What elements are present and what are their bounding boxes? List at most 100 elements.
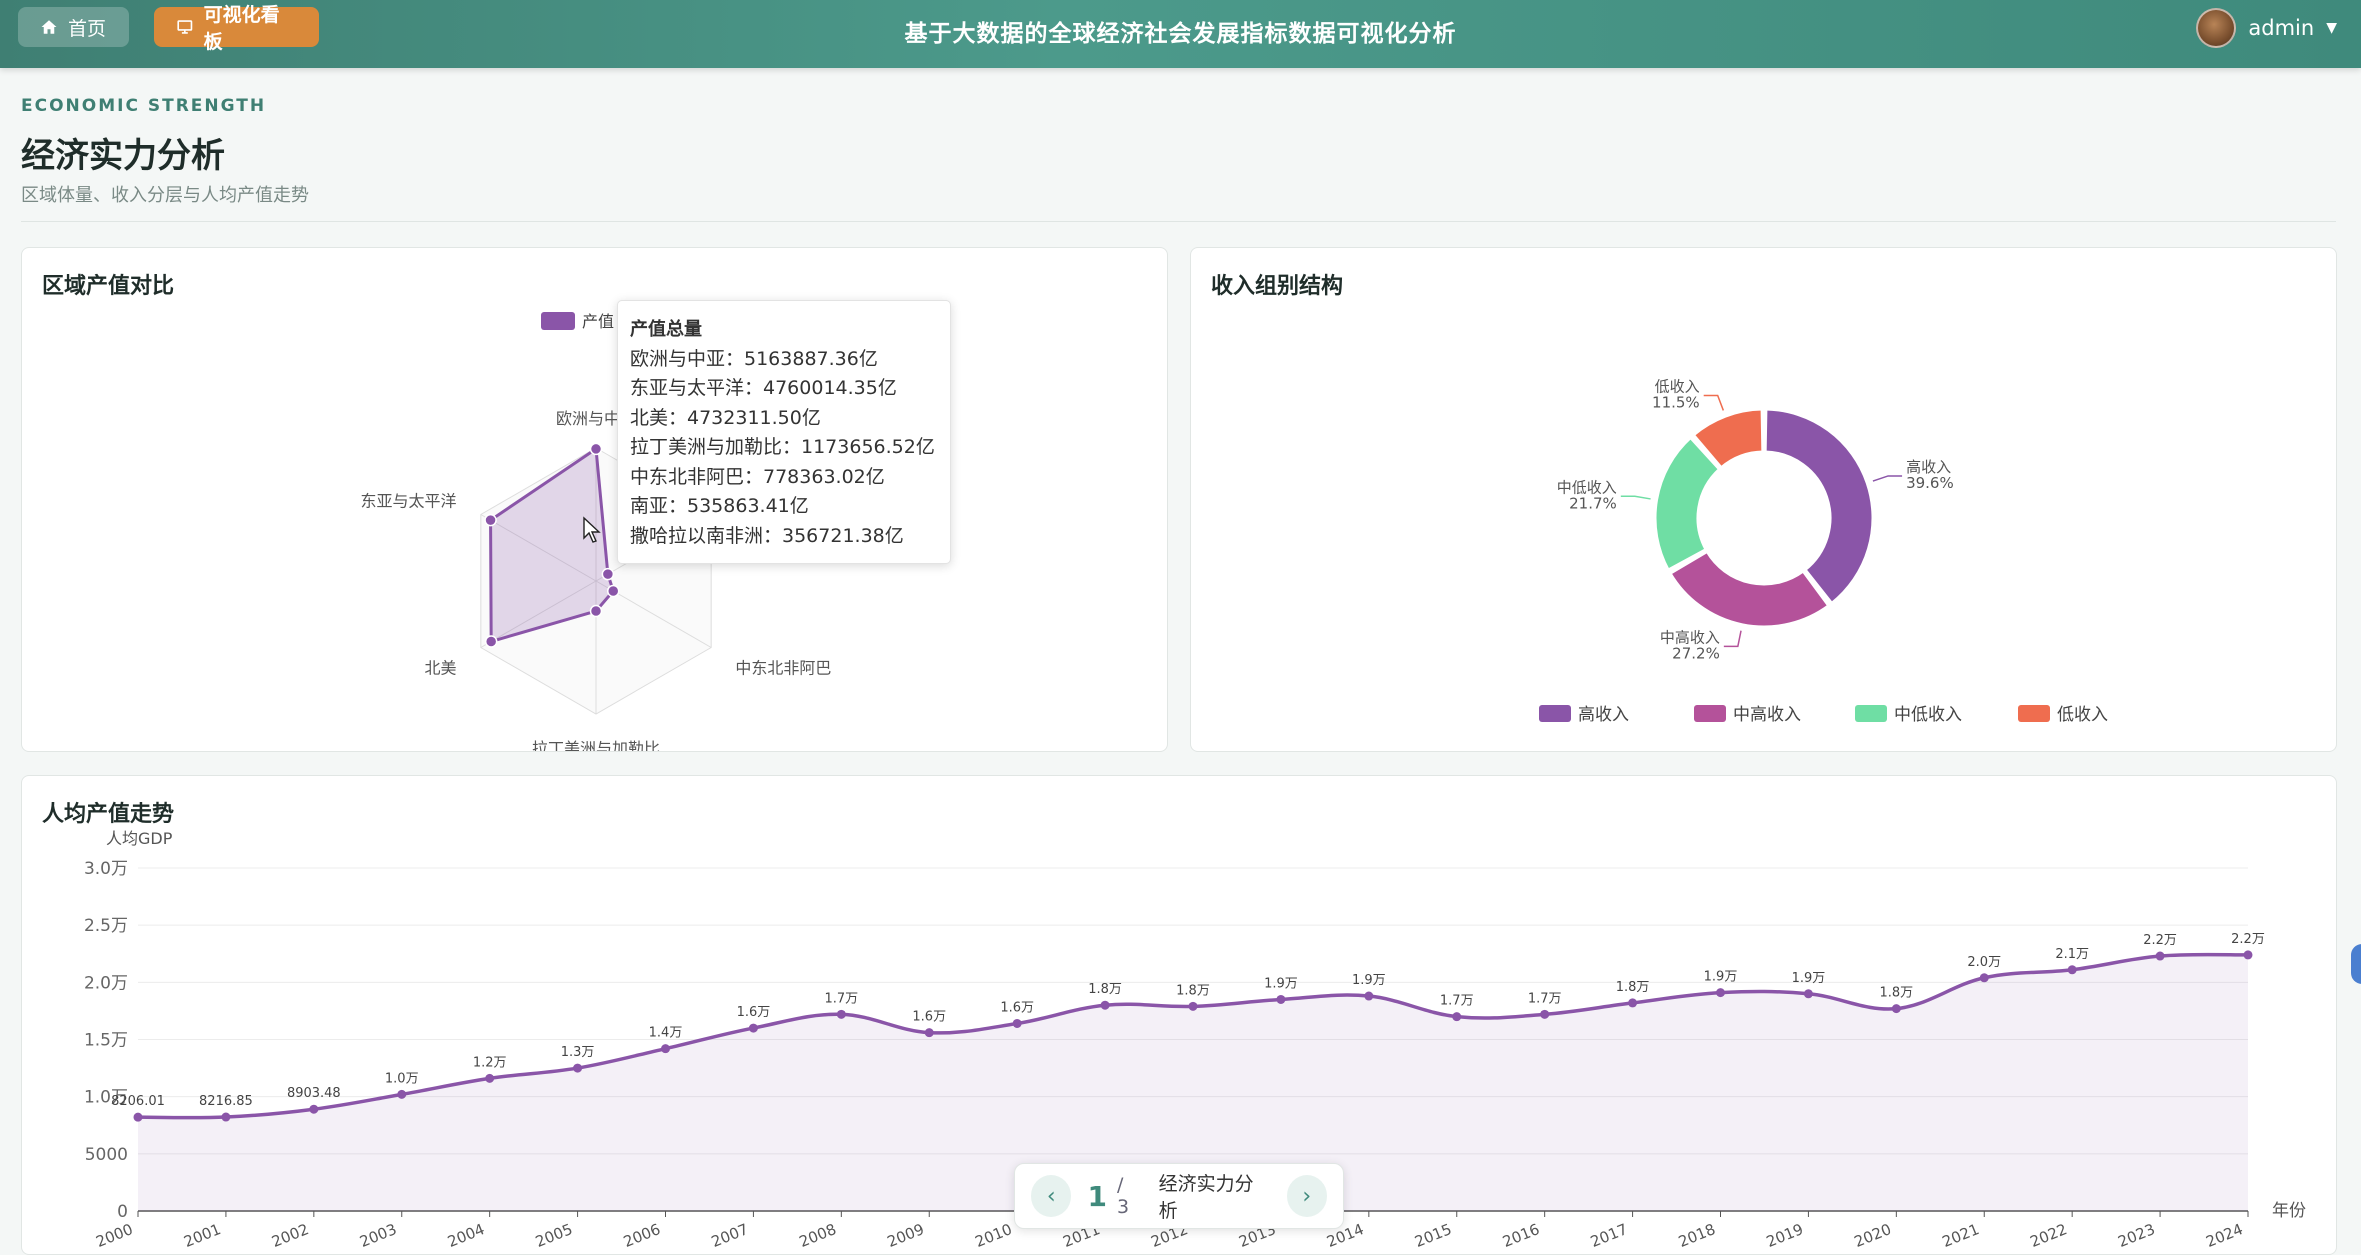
line-data-label: 1.6万 [737,1005,771,1020]
tooltip-line: 中东北非阿巴：778363.02亿 [630,465,885,488]
username: admin [2248,16,2315,40]
x-tick-label: 2018 [1676,1220,1718,1251]
donut-chart[interactable]: 高收入39.6%中高收入27.2%中低收入21.7%低收入11.5%高收入 中高收… [1191,248,2336,751]
radar-point[interactable] [606,584,620,598]
radar-card: 区域产值对比 产值欧洲与中亚南亚中东北非阿巴拉丁美洲与加勒比北美东亚与太平洋 [21,247,1168,752]
line-data-label: 1.4万 [649,1026,683,1041]
line-point[interactable] [1979,973,1989,983]
donut-legend-label: 中高收入 [1733,705,1801,725]
radar-tooltip: 产值总量 欧洲与中亚：5163887.36亿 东亚与太平洋：4760014.35… [617,300,951,564]
x-tick-label: 2004 [445,1220,487,1251]
donut-legend-swatch[interactable] [1539,705,1571,722]
line-point[interactable] [1100,1000,1110,1010]
line-data-label: 1.6万 [1000,1000,1034,1015]
line-point[interactable] [924,1028,934,1038]
section-eyebrow: ECONOMIC STRENGTH [21,96,267,116]
line-data-label: 1.8万 [1879,986,1913,1001]
line-point[interactable] [1891,1004,1901,1014]
radar-point[interactable] [589,604,603,618]
tooltip-line: 撒哈拉以南非洲：356721.38亿 [630,524,904,547]
line-point[interactable] [1364,991,1374,1001]
chevron-right-icon: › [1302,1183,1312,1209]
line-data-label: 2.2万 [2231,932,2265,947]
radar-point[interactable] [589,442,603,456]
line-point[interactable] [836,1009,846,1019]
x-tick-label: 2002 [269,1220,311,1251]
line-data-label: 2.1万 [2055,947,2089,962]
donut-label-percent: 21.7% [1569,494,1617,512]
line-data-label: 2.2万 [2143,933,2177,948]
donut-slice[interactable] [1653,436,1721,572]
line-data-label: 1.9万 [1792,971,1826,986]
x-tick-label: 2000 [93,1220,135,1251]
chevron-down-icon: ▼ [2326,20,2337,36]
x-tick-label: 2020 [1852,1220,1894,1251]
donut-legend-swatch[interactable] [2018,705,2050,722]
prev-page-button[interactable]: ‹ [1031,1175,1072,1217]
x-tick-label: 2017 [1588,1220,1630,1251]
y-tick-label: 0 [117,1202,128,1222]
line-point[interactable] [1803,989,1813,999]
line-data-label: 2.0万 [1967,955,2001,970]
header-divider [21,221,2336,222]
line-data-label: 1.3万 [561,1045,595,1060]
x-tick-label: 2021 [1940,1220,1982,1251]
line-data-label: 1.7万 [1528,991,1562,1006]
x-tick-label: 2009 [885,1220,927,1251]
line-point[interactable] [748,1023,758,1033]
line-point[interactable] [1628,998,1638,1008]
line-point[interactable] [2067,965,2077,975]
donut-label-line [1620,495,1651,500]
radar-point[interactable] [601,567,615,581]
next-page-button[interactable]: › [1286,1175,1327,1217]
tooltip-line: 南亚：535863.41亿 [630,495,809,517]
side-float-button[interactable] [2351,944,2361,984]
line-point[interactable] [2155,951,2165,961]
donut-slice[interactable] [1668,550,1831,629]
line-data-label: 1.9万 [1352,973,1386,988]
line-data-label: 8206.01 [111,1094,165,1109]
line-point[interactable] [1276,994,1286,1004]
line-point[interactable] [2243,950,2253,960]
x-tick-label: 2022 [2028,1220,2070,1251]
user-menu[interactable]: admin ▼ [2196,6,2337,50]
top-bar: 首页 可视化看板 基于大数据的全球经济社会发展指标数据可视化分析 admin ▼ [0,0,2361,68]
radar-point[interactable] [484,635,498,648]
x-tick-label: 2003 [357,1220,399,1251]
line-point[interactable] [221,1112,231,1122]
line-point[interactable] [1540,1009,1550,1019]
line-point[interactable] [661,1044,670,1054]
radar-indicator-label: 中东北非阿巴 [735,659,831,678]
page-name: 经济实力分析 [1158,1173,1254,1222]
line-data-label: 1.8万 [1616,980,1650,995]
line-point[interactable] [1452,1012,1462,1022]
line-point[interactable] [1716,988,1725,998]
x-tick-label: 2019 [1764,1220,1806,1251]
line-point[interactable] [1012,1018,1022,1028]
line-point[interactable] [133,1112,143,1122]
line-point[interactable] [397,1089,407,1099]
y-axis-title: 人均GDP [106,829,173,848]
donut-legend-swatch[interactable] [1855,705,1887,722]
line-point[interactable] [485,1073,495,1083]
donut-label-percent: 27.2% [1672,644,1720,662]
line-point[interactable] [1188,1001,1198,1011]
app-title: 基于大数据的全球经济社会发展指标数据可视化分析 [904,21,1457,47]
tooltip-line: 北美：4732311.50亿 [630,406,821,429]
current-page: 1 [1087,1179,1107,1213]
radar-chart[interactable]: 产值欧洲与中亚南亚中东北非阿巴拉丁美洲与加勒比北美东亚与太平洋 [22,248,1167,751]
donut-label-line [1872,475,1903,482]
y-tick-label: 3.0万 [84,859,128,879]
line-data-label: 1.9万 [1704,970,1738,985]
page-title: 经济实力分析 [21,136,225,176]
line-point[interactable] [309,1104,319,1114]
radar-indicator-label: 北美 [425,659,457,678]
x-tick-label: 2001 [181,1220,223,1251]
line-point[interactable] [573,1063,583,1073]
donut-slice[interactable] [1763,407,1875,605]
line-data-label: 8216.85 [199,1094,253,1109]
radar-point[interactable] [484,513,497,527]
donut-legend-label: 高收入 [1578,705,1629,725]
donut-legend-swatch[interactable] [1694,705,1726,722]
x-tick-label: 2016 [1500,1220,1542,1251]
